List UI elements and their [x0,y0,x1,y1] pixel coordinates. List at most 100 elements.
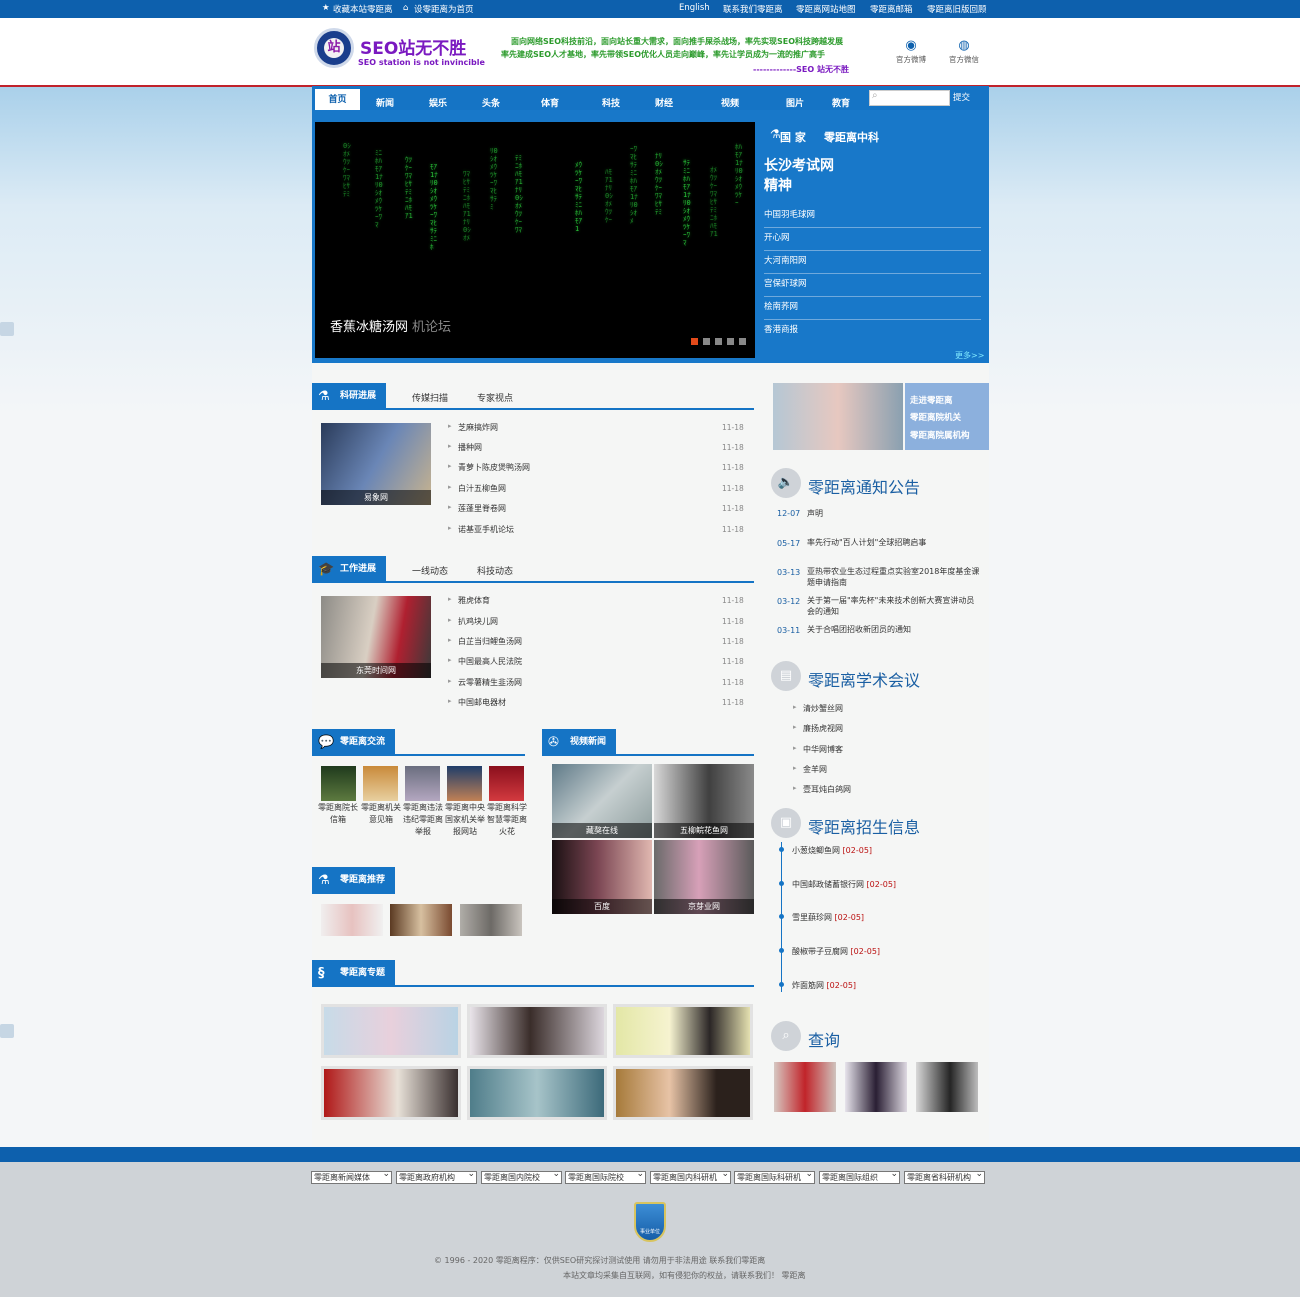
meeting-item[interactable]: 廉扬虎视网 [793,723,843,734]
footer-select-provincial[interactable]: 零距离省科研机构 [904,1171,985,1184]
recommend-title[interactable]: ⚗ 零距离推荐 [312,867,396,894]
nav-item-finance[interactable]: 财经 [655,96,673,109]
banner-title-2[interactable]: 精神 [764,175,792,195]
set-home-link[interactable]: 设零距离为首页 [414,3,474,15]
nav-item-headline[interactable]: 头条 [482,96,500,109]
video-thumb[interactable]: 五柳鲩花鱼网 [654,764,754,838]
exchange-thumb[interactable] [489,766,524,801]
query-title[interactable]: 查询 [808,1027,840,1051]
recruit-item[interactable]: 雪里蕻珍网 [02-05] [792,912,864,923]
nav-item-entertainment[interactable]: 娱乐 [429,96,447,109]
work-thumb[interactable]: 东莞时间网 [321,596,431,678]
list-item[interactable]: 中国最高人民法院 [448,656,522,667]
mailbox-link[interactable]: 零距离邮箱 [870,3,913,15]
list-item[interactable]: 播种网 [448,442,482,453]
nav-item-home[interactable]: 首页 [315,89,360,110]
list-item[interactable]: 白汁五柳鱼网 [448,483,506,494]
right-link-about[interactable]: 走进零距离 [910,394,953,406]
banner-link[interactable]: 宫保虾球网 [764,274,981,297]
nav-item-images[interactable]: 图片 [786,96,804,109]
meeting-item[interactable]: 壹耳炖白鸽网 [793,784,851,795]
meeting-item[interactable]: 清炒蟹丝网 [793,703,843,714]
special-thumb[interactable] [613,1066,753,1120]
video-thumb[interactable]: 百度 [552,840,652,914]
footer-select-intl-school[interactable]: 零距离国际院校 [565,1171,646,1184]
special-thumb[interactable] [321,1004,461,1058]
contact-link[interactable]: 联系我们零距离 [723,3,783,15]
special-title[interactable]: § 零距离专题 [312,960,396,987]
nav-item-video[interactable]: 视频 [721,96,739,109]
exchange-title[interactable]: 💬 零距离交流 [312,729,396,756]
exchange-item[interactable]: 零距离院长信箱 [316,802,360,826]
footer-select-domestic-school[interactable]: 零距离国内院校 [481,1171,562,1184]
old-version-link[interactable]: 零距离旧版回顾 [927,3,987,15]
special-thumb[interactable] [467,1004,607,1058]
research-thumb[interactable]: 易象网 [321,423,431,505]
exchange-item[interactable]: 零距离违法违纪零距离举报 [401,802,445,838]
tab-research[interactable]: ⚗ 科研进展 [312,383,387,410]
nav-item-tech[interactable]: 科技 [602,96,620,109]
side-float-tab[interactable] [0,1024,14,1038]
footer-select-domestic-research[interactable]: 零距离国内科研机 [650,1171,731,1184]
query-thumb[interactable] [916,1062,978,1112]
list-item[interactable]: 白芷当归鲤鱼汤网 [448,636,522,647]
exchange-item[interactable]: 零距离中央国家机关举报网站 [443,802,487,838]
banner-title-1[interactable]: 长沙考试网 [764,155,834,175]
slide-dot-3[interactable] [715,338,722,345]
recruit-item[interactable]: 中国邮政储蓄银行网 [02-05] [792,879,896,890]
meeting-item[interactable]: 中华网博客 [793,744,843,755]
recommend-thumb[interactable] [390,904,452,936]
exchange-item[interactable]: 零距离科学智慧零距离火花 [485,802,529,838]
special-thumb[interactable] [467,1066,607,1120]
recruit-item[interactable]: 炸面筋网 [02-05] [792,980,856,991]
recommend-thumb[interactable] [460,904,522,936]
banner-link[interactable]: 香港商报 [764,320,981,343]
banner-link[interactable]: 开心网 [764,228,981,251]
video-thumb[interactable]: 藏獒在线 [552,764,652,838]
list-item[interactable]: 雅虎体育 [448,595,490,606]
list-item[interactable]: 芝麻搞炸网 [448,422,498,433]
special-thumb[interactable] [613,1004,753,1058]
exchange-thumb[interactable] [321,766,356,801]
footer-select-media[interactable]: 零距离新闻媒体 [311,1171,392,1184]
video-thumb[interactable]: 京芽业网 [654,840,754,914]
right-link-institutes[interactable]: 零距离院属机构 [910,429,970,441]
banner-link[interactable]: 中国羽毛球网 [764,205,981,228]
exchange-thumb[interactable] [363,766,398,801]
tab-frontline[interactable]: 一线动态 [412,564,448,577]
query-thumb[interactable] [774,1062,836,1112]
slide-dot-2[interactable] [703,338,710,345]
exchange-item[interactable]: 零距离机关意见箱 [359,802,403,826]
list-item[interactable]: 云零薯精生韭汤网 [448,677,522,688]
footer-select-gov[interactable]: 零距离政府机构 [396,1171,477,1184]
public-institution-badge[interactable]: 事业单位 [634,1202,666,1242]
weibo-link[interactable]: ◉ 官方微博 [893,38,929,65]
slide-dot-4[interactable] [727,338,734,345]
recruit-item[interactable]: 小葱烧鲫鱼网 [02-05] [792,845,872,856]
recruit-item[interactable]: 酸椒带子豆腐网 [02-05] [792,946,880,957]
video-title[interactable]: ✇ 视频新闻 [542,729,617,756]
slide-caption[interactable]: 香蕉冰糖汤网 [330,316,408,335]
favorite-link[interactable]: 收藏本站零距离 [333,3,393,15]
slide-dot-1[interactable] [691,338,698,345]
slide-dot-5[interactable] [739,338,746,345]
query-thumb[interactable] [845,1062,907,1112]
search-submit-button[interactable]: 提交 [953,91,970,103]
exchange-thumb[interactable] [405,766,440,801]
recruit-title[interactable]: 零距离招生信息 [808,814,920,838]
special-thumb[interactable] [321,1066,461,1120]
tab-expert[interactable]: 专家视点 [477,391,513,404]
tab-media[interactable]: 传媒扫描 [412,391,448,404]
list-item[interactable]: 中国邮电器材 [448,697,506,708]
tab-work[interactable]: 🎓 工作进展 [312,556,387,583]
logo[interactable]: 站 [314,28,354,68]
nav-item-news[interactable]: 新闻 [376,96,394,109]
nav-item-sports[interactable]: 体育 [541,96,559,109]
banner-link[interactable]: 桧南荞网 [764,297,981,320]
tab-country[interactable]: 国 家 [780,129,806,145]
list-item[interactable]: 莲蓬里脊卷网 [448,503,506,514]
notice-title[interactable]: 零距离通知公告 [808,474,920,498]
footer-select-intl-research[interactable]: 零距离国际科研机 [734,1171,815,1184]
search-input[interactable] [869,90,950,106]
more-link[interactable]: 更多>> [955,350,984,361]
